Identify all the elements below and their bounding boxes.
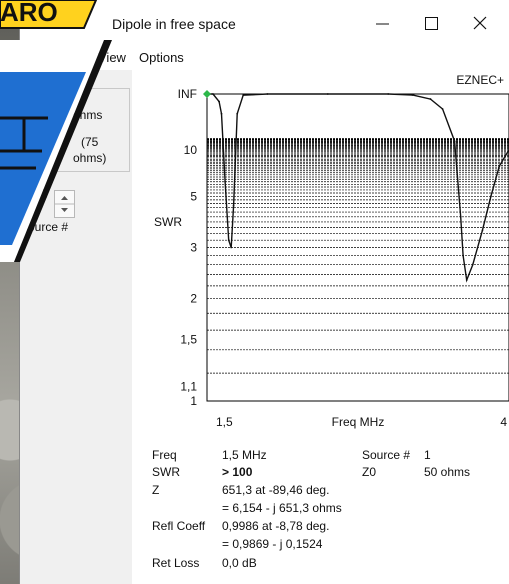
close-button[interactable] [461,9,499,39]
swr-value: > 100 [222,465,253,479]
swr-point-7 [232,204,235,207]
source-stepper[interactable] [54,190,75,218]
refl-coeff-polar: 0,9986 at -8,78 deg. [222,519,330,533]
z-label: Z [152,483,160,497]
spin-arrows-icon [55,196,74,212]
source-num-label: Source # [362,448,411,462]
y-tick-label-2: 5 [190,189,197,203]
maximize-icon [425,17,438,30]
impedance-group: ohms (75 ohms) [20,88,130,172]
swr-point-12 [387,93,390,95]
y-tick-label-6: 1,1 [180,379,197,393]
menu-bar: View Options [20,45,509,70]
y-tick-label-3: 3 [190,241,197,255]
x-tick-label-0: 1,5 [216,415,233,429]
minimize-button[interactable] [364,9,402,39]
ohms-close-text: ohms) [73,151,107,165]
swr-point-17 [459,215,462,218]
ret-loss-label: Ret Loss [152,556,200,570]
swr-point-20 [471,263,474,266]
menu-options[interactable]: Options [139,50,184,65]
menu-view[interactable]: View [98,50,126,65]
swr-point-13 [411,94,414,96]
eznec-window: Dipole in free space View Options ohms (… [20,0,509,584]
info-panel: Freq 1,5 MHz SWR > 100 Z 651,3 at -89,46… [146,446,509,584]
ohms-text: ohms [73,108,103,122]
swr-point-1 [212,93,214,95]
minimize-icon [376,23,389,25]
left-panel: ohms (75 ohms) 1 Source # [20,70,132,584]
swr-point-21 [481,229,484,232]
source-label: Source # [20,220,69,234]
swr-point-6 [230,246,233,249]
brand-label: EZNEC+ [456,73,504,87]
swr-point-19 [465,279,468,281]
swr-point-15 [441,108,444,110]
swr-point-11 [326,93,329,95]
maximize-button[interactable] [413,9,451,39]
z0-label: Z0 [362,465,377,479]
freq-value: 1,5 MHz [222,448,267,462]
swr-plot-area: INF 10 5 3 2 1,5 1,1 1 SWR 1,5 4 Freq MHz EZNEC+ [132,70,509,436]
window-title: Dipole in free space [112,16,236,32]
refl-coeff-rect: = 0,9869 - j 0,1524 [222,537,323,551]
y-tick-label-0: INF [178,87,197,101]
swr-point-14 [429,98,432,100]
swr-point-9 [242,94,245,97]
swr-point-3 [220,112,223,115]
z-value-polar: 651,3 at -89,46 deg. [222,483,330,497]
y-tick-label-5: 1,5 [180,333,197,347]
x-tick-label-1: 4 [500,415,507,429]
title-bar: Dipole in free space [20,0,509,45]
swr-point-4 [224,180,227,183]
swr-chart: INF 10 5 3 2 1,5 1,11 SWR 1,5 4 Freq MHz EZNEC+ [154,73,509,429]
z0-value: 50 ohms [424,465,471,479]
source-num-value: 1 [424,448,431,462]
swr-point-10 [266,93,269,95]
source-spin-value: 1 [40,186,48,201]
x-axis-label: Freq MHz [332,415,385,429]
swr-point-22 [489,195,492,198]
y-tick-label-1: 10 [184,143,198,157]
z-value-rect: = 6,154 - j 651,3 ohms [222,501,342,515]
y-tick-label-4: 2 [190,292,197,306]
close-icon [473,16,487,30]
swr-point-23 [498,165,501,168]
y-axis-label: SWR [154,215,182,229]
seventy-five-text: (75 [81,135,99,149]
swr-point-8 [236,112,239,115]
freq-label: Freq [152,448,177,462]
swr-point-5 [227,239,230,242]
ret-loss-value: 0,0 dB [222,556,257,570]
screen: Dipole in free space View Options ohms (… [0,0,509,584]
swr-point-16 [453,140,456,143]
swr-label: SWR [152,465,180,479]
refl-coeff-label: Refl Coeff [152,519,206,533]
swr-point-2 [218,100,220,103]
swr-point-18 [462,254,464,257]
y-tick-label-7: 1 [190,394,197,408]
